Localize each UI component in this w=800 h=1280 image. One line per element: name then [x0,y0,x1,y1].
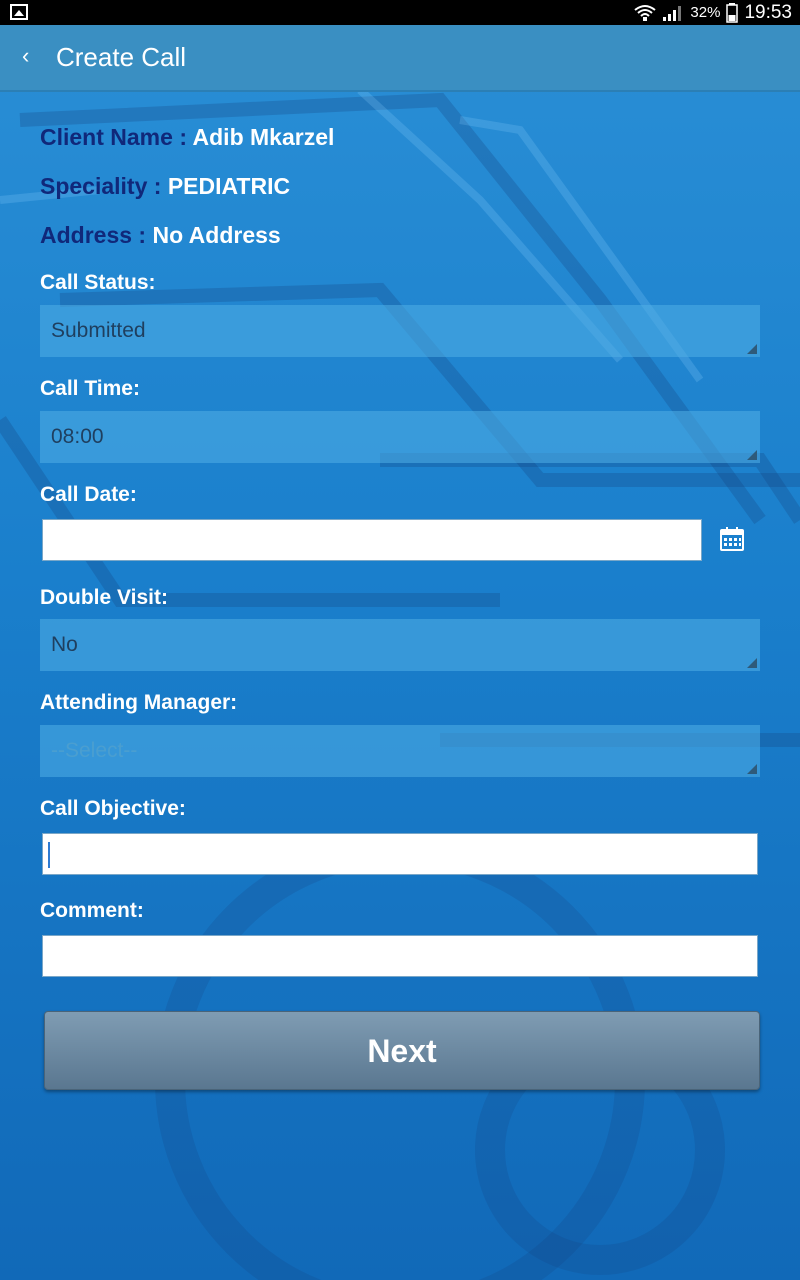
call-status-value: Submitted [51,319,146,342]
call-status-select[interactable]: Submitted [40,305,760,357]
chevron-left-icon[interactable]: ‹ [22,45,29,67]
double-visit-value: No [51,633,78,656]
battery-icon [726,2,739,23]
address-value: No Address [152,222,281,248]
attending-manager-select[interactable]: --Select-- [40,725,760,777]
call-date-label: Call Date: [40,483,137,506]
address-row: Address : No Address [40,222,281,249]
dropdown-arrow-icon [747,658,757,668]
status-bar: 32% 19:53 [0,0,800,25]
address-label: Address : [40,222,153,248]
clock: 19:53 [744,1,792,23]
wifi-icon [634,4,657,21]
battery-percent: 32% [690,4,721,21]
double-visit-label: Double Visit: [40,586,168,609]
call-time-label: Call Time: [40,377,140,400]
dropdown-arrow-icon [747,450,757,460]
call-objective-input[interactable] [42,833,758,875]
client-name-label: Client Name : [40,124,193,150]
client-name-row: Client Name : Adib Mkarzel [40,124,334,151]
dropdown-arrow-icon [747,344,757,354]
status-bar-right: 32% 19:53 [634,0,792,25]
comment-input[interactable] [42,935,758,977]
signal-icon [663,5,682,21]
attending-manager-label: Attending Manager: [40,691,238,714]
speciality-row: Speciality : PEDIATRIC [40,173,290,200]
call-time-select[interactable]: 08:00 [40,411,760,463]
text-cursor [48,842,50,868]
image-notification-icon [10,4,28,20]
call-date-input[interactable] [42,519,702,561]
call-status-label: Call Status: [40,271,156,294]
dropdown-arrow-icon [747,764,757,774]
next-button[interactable]: Next [44,1011,760,1090]
call-objective-label: Call Objective: [40,797,186,820]
client-name-value: Adib Mkarzel [192,124,335,150]
app-bar: ‹ Create Call [0,25,800,92]
screen: 32% 19:53 ‹ Create Call Client Name : Ad… [0,0,800,1280]
call-time-value: 08:00 [51,425,104,448]
double-visit-select[interactable]: No [40,619,760,671]
speciality-value: PEDIATRIC [167,173,291,199]
page-title: Create Call [56,42,187,72]
comment-label: Comment: [40,899,144,922]
attending-manager-placeholder: --Select-- [51,739,138,762]
calendar-icon[interactable] [720,527,744,551]
speciality-label: Speciality : [40,173,168,199]
